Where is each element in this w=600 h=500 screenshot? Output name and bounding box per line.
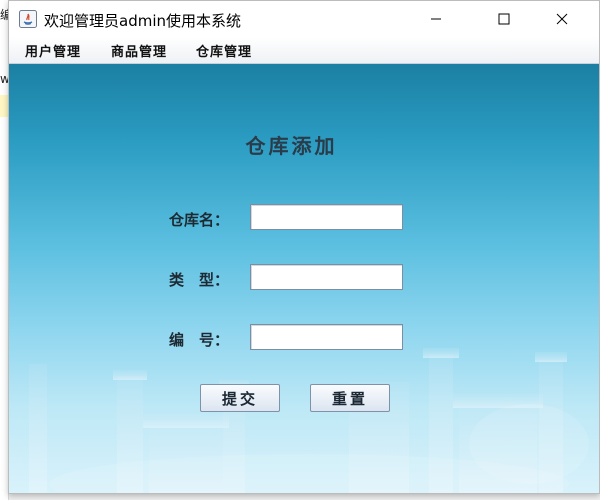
maximize-button[interactable] xyxy=(481,1,527,37)
close-icon xyxy=(556,10,568,29)
maximize-icon xyxy=(498,10,510,29)
desktop-highlight xyxy=(0,95,8,117)
menu-bar: 用户管理 商品管理 仓库管理 xyxy=(9,37,599,64)
form-title: 仓库添加 xyxy=(245,134,338,158)
menu-product-management[interactable]: 商品管理 xyxy=(111,41,167,60)
window-title: 欢迎管理员admin使用本系统 xyxy=(44,12,242,30)
warehouse-type-input[interactable] xyxy=(250,264,403,290)
warehouse-name-input[interactable] xyxy=(250,204,403,230)
menu-user-management[interactable]: 用户管理 xyxy=(25,41,81,60)
menu-warehouse-management[interactable]: 仓库管理 xyxy=(196,41,252,60)
title-bar[interactable]: 欢迎管理员admin使用本系统 xyxy=(9,1,599,37)
close-button[interactable] xyxy=(539,1,585,37)
minimize-button[interactable] xyxy=(413,1,459,37)
reset-button[interactable]: 重置 xyxy=(310,384,390,412)
minimize-icon xyxy=(430,10,442,29)
warehouse-number-label: 编 号： xyxy=(169,331,230,349)
app-window: 欢迎管理员admin使用本系统 用户管理 商品管理 仓库管理 仓库添加 仓库名：… xyxy=(8,0,600,494)
submit-button[interactable]: 提交 xyxy=(200,384,280,412)
java-app-icon[interactable] xyxy=(19,10,37,28)
content-panel: 仓库添加 仓库名： 类 型： 编 号： 提交 重置 xyxy=(9,64,599,493)
warehouse-name-label: 仓库名： xyxy=(169,211,230,229)
warehouse-number-input[interactable] xyxy=(250,324,403,350)
warehouse-type-label: 类 型： xyxy=(169,271,230,289)
